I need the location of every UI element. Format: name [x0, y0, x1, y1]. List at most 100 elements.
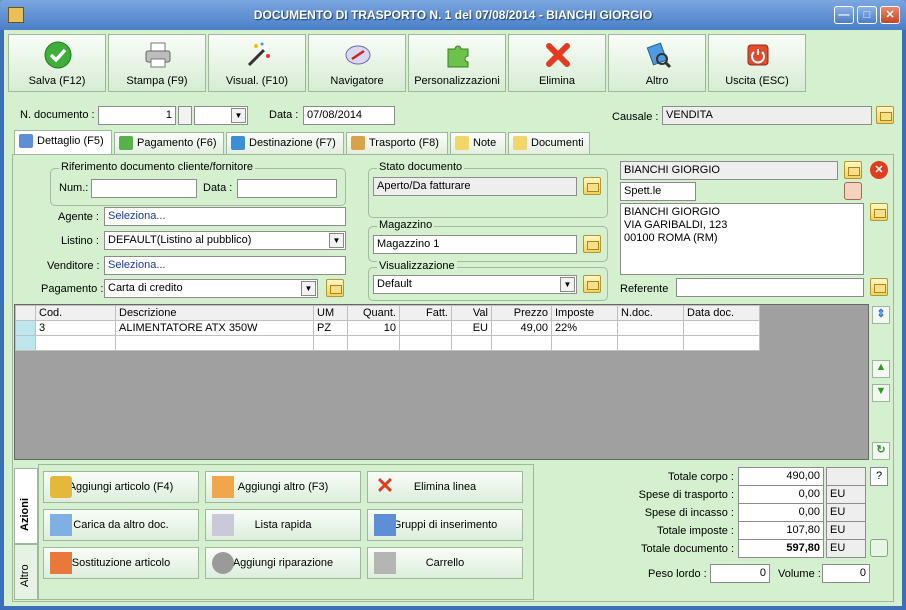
- cell[interactable]: 10: [347, 320, 400, 336]
- ref-data-input[interactable]: [237, 179, 337, 198]
- causale-folder-icon[interactable]: [876, 106, 894, 124]
- refresh-icon[interactable]: ↻: [872, 442, 890, 460]
- tab-dettaglio[interactable]: Dettaglio (F5): [14, 130, 112, 155]
- salutation-input[interactable]: Spett.le: [620, 182, 696, 201]
- tab-destinazione[interactable]: Destinazione (F7): [226, 132, 344, 154]
- tab-azioni[interactable]: Azioni: [14, 468, 38, 544]
- load-doc-button[interactable]: Carica da altro doc.: [43, 509, 199, 541]
- delete-line-button[interactable]: ✕ Elimina linea: [367, 471, 523, 503]
- table-row[interactable]: [15, 335, 760, 351]
- ndoc-input[interactable]: 1: [98, 106, 176, 125]
- document-lines-grid[interactable]: Cod. Descrizione UM Quant. Fatt. Val Pre…: [14, 304, 869, 460]
- col-header[interactable]: Descrizione: [115, 305, 314, 321]
- spese-incasso-input[interactable]: 0,00: [738, 503, 824, 522]
- add-article-button[interactable]: Aggiungi articolo (F4): [43, 471, 199, 503]
- customize-label: Personalizzazioni: [414, 75, 500, 87]
- col-header[interactable]: Data doc.: [683, 305, 760, 321]
- cell[interactable]: 22%: [551, 320, 618, 336]
- sort-arrows-icon[interactable]: ⇕: [872, 306, 890, 324]
- cell[interactable]: [399, 335, 452, 351]
- save-button[interactable]: Salva (F12): [8, 34, 106, 92]
- col-header[interactable]: Cod.: [35, 305, 116, 321]
- cell[interactable]: [347, 335, 400, 351]
- spese-trasporto-input[interactable]: 0,00: [738, 485, 824, 504]
- move-down-icon[interactable]: ▼: [872, 384, 890, 402]
- tab-note[interactable]: Note: [450, 132, 506, 154]
- col-header[interactable]: Fatt.: [399, 305, 452, 321]
- agente-input[interactable]: Seleziona...: [104, 207, 346, 226]
- customize-button[interactable]: Personalizzazioni: [408, 34, 506, 92]
- ndoc-suffix-select[interactable]: ▼: [194, 106, 248, 125]
- ref-num-input[interactable]: [91, 179, 197, 198]
- visualizzazione-folder-icon[interactable]: [583, 275, 601, 293]
- referente-folder-icon[interactable]: [870, 278, 888, 296]
- exit-button[interactable]: Uscita (ESC): [708, 34, 806, 92]
- cart-button[interactable]: Carrello: [367, 547, 523, 579]
- magazzino-folder-icon[interactable]: [583, 235, 601, 253]
- cell[interactable]: [451, 335, 492, 351]
- tab-pagamento[interactable]: Pagamento (F6): [114, 132, 224, 154]
- cell[interactable]: PZ: [313, 320, 348, 336]
- tab-documenti[interactable]: Documenti: [508, 132, 590, 154]
- stato-folder-icon[interactable]: [583, 177, 601, 195]
- add-repair-button[interactable]: Aggiungi riparazione: [205, 547, 361, 579]
- cell[interactable]: ALIMENTATORE ATX 350W: [115, 320, 314, 336]
- date-input[interactable]: 07/08/2014: [303, 106, 395, 125]
- table-row[interactable]: 3 ALIMENTATORE ATX 350W PZ 10 EU 49,00 2…: [15, 320, 760, 336]
- cell[interactable]: 3: [35, 320, 116, 336]
- cliente-clear-icon[interactable]: ✕: [870, 161, 888, 179]
- delete-button[interactable]: Elimina: [508, 34, 606, 92]
- magazzino-input[interactable]: Magazzino 1: [373, 235, 577, 254]
- maximize-button[interactable]: □: [857, 6, 877, 24]
- cliente-address-box[interactable]: BIANCHI GIORGIO VIA GARIBALDI, 123 00100…: [620, 203, 864, 275]
- visualizzazione-select[interactable]: Default ▼: [373, 275, 577, 294]
- insert-groups-button[interactable]: Gruppi di inserimento: [367, 509, 523, 541]
- stato-input[interactable]: Aperto/Da fatturare: [373, 177, 577, 196]
- cell[interactable]: [617, 335, 684, 351]
- volume-input[interactable]: 0: [822, 564, 870, 583]
- pagamento-select[interactable]: Carta di credito ▼: [104, 279, 318, 298]
- col-header[interactable]: Prezzo: [491, 305, 552, 321]
- tab-altro[interactable]: Altro: [14, 544, 38, 600]
- navigator-button[interactable]: Navigatore: [308, 34, 406, 92]
- pagamento-folder-icon[interactable]: [326, 279, 344, 297]
- preview-button[interactable]: Visual. (F10): [208, 34, 306, 92]
- minimize-button[interactable]: —: [834, 6, 854, 24]
- venditore-input[interactable]: Seleziona...: [104, 256, 346, 275]
- cliente-name-input[interactable]: BIANCHI GIORGIO: [620, 161, 838, 180]
- cell[interactable]: [551, 335, 618, 351]
- cell[interactable]: [35, 335, 116, 351]
- cell[interactable]: 49,00: [491, 320, 552, 336]
- address-folder-icon[interactable]: [870, 203, 888, 221]
- cell[interactable]: [683, 320, 760, 336]
- cell[interactable]: [115, 335, 314, 351]
- cliente-folder-icon[interactable]: [844, 161, 862, 179]
- causale-input[interactable]: VENDITA: [662, 106, 872, 125]
- col-header[interactable]: Quant.: [347, 305, 400, 321]
- cell[interactable]: EU: [451, 320, 492, 336]
- cell[interactable]: [491, 335, 552, 351]
- zoom-icon[interactable]: [870, 539, 888, 557]
- close-button[interactable]: ✕: [880, 6, 900, 24]
- referente-input[interactable]: [676, 278, 864, 297]
- other-button[interactable]: Altro: [608, 34, 706, 92]
- add-other-button[interactable]: Aggiungi altro (F3): [205, 471, 361, 503]
- col-header[interactable]: UM: [313, 305, 348, 321]
- ndoc-spinner[interactable]: [178, 106, 192, 125]
- cell[interactable]: [617, 320, 684, 336]
- col-header[interactable]: N.doc.: [617, 305, 684, 321]
- cell[interactable]: [683, 335, 760, 351]
- replace-article-button[interactable]: Sostituzione articolo: [43, 547, 199, 579]
- peso-lordo-input[interactable]: 0: [710, 564, 770, 583]
- col-header[interactable]: Imposte: [551, 305, 618, 321]
- print-button[interactable]: Stampa (F9): [108, 34, 206, 92]
- listino-select[interactable]: DEFAULT(Listino al pubblico) ▼: [104, 231, 346, 250]
- cell[interactable]: [399, 320, 452, 336]
- help-button[interactable]: ?: [870, 467, 888, 486]
- quick-list-button[interactable]: Lista rapida: [205, 509, 361, 541]
- tab-trasporto[interactable]: Trasporto (F8): [346, 132, 448, 154]
- person-icon[interactable]: [844, 182, 862, 200]
- move-up-icon[interactable]: ▲: [872, 360, 890, 378]
- col-header[interactable]: Val: [451, 305, 492, 321]
- cell[interactable]: [313, 335, 348, 351]
